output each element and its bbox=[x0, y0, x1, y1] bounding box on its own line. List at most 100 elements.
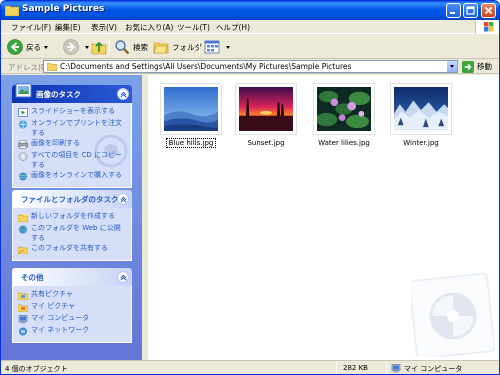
my-computer-icon bbox=[391, 364, 401, 373]
menu-bar: ファイル(F) 編集(E) 表示(V) お気に入り(A) ツール(T) ヘルプ(… bbox=[1, 20, 499, 34]
title-bar[interactable]: Sample Pictures bbox=[1, 1, 499, 20]
place-shared-pictures[interactable]: 共有ピクチャ bbox=[18, 290, 127, 301]
menu-favorites[interactable]: お気に入り(A) bbox=[125, 22, 173, 33]
back-button[interactable]: 戻る bbox=[7, 38, 48, 56]
back-arrow-icon bbox=[7, 39, 23, 55]
views-button[interactable] bbox=[204, 38, 230, 56]
minimize-button[interactable] bbox=[446, 3, 461, 18]
picture-tasks-title: 画像のタスク bbox=[36, 90, 81, 99]
camera-watermark-icon bbox=[94, 134, 128, 168]
my-network-icon bbox=[19, 327, 27, 336]
explorer-window: Sample Pictures ファイル(F) 編集(E) 表示(V) お気に入… bbox=[0, 0, 500, 375]
close-button[interactable] bbox=[481, 3, 496, 18]
folder-up-icon bbox=[91, 41, 107, 55]
file-item[interactable]: Water lilies.jpg bbox=[307, 83, 379, 165]
task-pane: 画像のタスク スライドショーを表示する オンラインでプリントを注文する 画像を印… bbox=[1, 75, 142, 360]
file-item[interactable]: Sunset.jpg bbox=[229, 83, 301, 165]
menu-edit[interactable]: 編集(E) bbox=[55, 22, 81, 33]
place-my-network[interactable]: マイ ネットワーク bbox=[18, 326, 127, 337]
status-location: マイ コンピュータ bbox=[404, 365, 463, 373]
thumbnail bbox=[160, 83, 222, 135]
other-places-body: 共有ピクチャ マイ ピクチャ マイ コンピュータ マイ ネットワーク bbox=[12, 286, 132, 343]
picture-tasks-body: スライドショーを表示する オンラインでプリントを注文する 画像を印刷する すべて… bbox=[12, 103, 132, 188]
task-publish-web[interactable]: このフォルダを Web に公開する bbox=[18, 224, 127, 243]
sunset-thumbnail bbox=[239, 87, 293, 131]
menu-view[interactable]: 表示(V) bbox=[91, 22, 117, 33]
file-name: Winter.jpg bbox=[403, 139, 439, 147]
printer-icon bbox=[18, 140, 28, 149]
toolbar: 戻る 検索 フォルダ bbox=[1, 35, 499, 59]
task-share-folder[interactable]: このフォルダを共有する bbox=[18, 244, 127, 255]
views-dropdown-icon[interactable] bbox=[226, 45, 230, 49]
file-tasks-title: ファイルとフォルダのタスク bbox=[21, 195, 119, 204]
folder-icon bbox=[5, 5, 19, 16]
status-bar: 4 個のオブジェクト 282 KB マイ コンピュータ bbox=[1, 360, 499, 374]
order-prints-icon bbox=[19, 120, 27, 129]
globe-icon bbox=[19, 225, 27, 234]
file-name: Water lilies.jpg bbox=[318, 139, 370, 147]
back-label: 戻る bbox=[26, 42, 41, 52]
status-divider bbox=[386, 362, 387, 374]
other-places-header[interactable]: その他 bbox=[12, 268, 132, 286]
toolbar-separator bbox=[109, 39, 110, 55]
shared-pictures-icon bbox=[18, 292, 28, 300]
picture-tasks-icon bbox=[15, 83, 32, 98]
maximize-icon bbox=[466, 6, 475, 15]
file-name: Blue hills.jpg bbox=[154, 138, 228, 148]
go-button[interactable]: 移動 bbox=[462, 60, 492, 73]
address-path[interactable]: C:\Documents and Settings\All Users\Docu… bbox=[60, 62, 351, 71]
file-tasks-header[interactable]: ファイルとフォルダのタスク bbox=[12, 190, 132, 208]
winter-thumbnail bbox=[394, 87, 448, 131]
shop-online-icon bbox=[19, 172, 27, 181]
collapse-chevron-icon[interactable] bbox=[117, 88, 129, 100]
up-folder-button[interactable] bbox=[91, 38, 110, 56]
task-slideshow[interactable]: スライドショーを表示する bbox=[18, 107, 127, 118]
status-size: 282 KB bbox=[343, 364, 368, 372]
windows-flag-icon bbox=[475, 20, 499, 34]
new-folder-icon bbox=[18, 213, 28, 222]
blue-hills-thumbnail bbox=[164, 87, 218, 131]
status-divider bbox=[336, 362, 337, 374]
task-new-folder[interactable]: 新しいフォルダを作成する bbox=[18, 212, 127, 223]
forward-button[interactable] bbox=[63, 38, 89, 56]
file-item[interactable]: Winter.jpg bbox=[384, 83, 456, 165]
address-dropdown-button[interactable] bbox=[446, 61, 457, 72]
forward-dropdown-icon[interactable] bbox=[85, 45, 89, 49]
place-my-computer[interactable]: マイ コンピュータ bbox=[18, 314, 127, 325]
picture-tasks-header[interactable]: 画像のタスク bbox=[12, 83, 132, 103]
file-item[interactable]: Blue hills.jpg bbox=[154, 83, 226, 165]
thumbnail bbox=[390, 83, 452, 135]
window-title: Sample Pictures bbox=[22, 4, 105, 14]
status-object-count: 4 個のオブジェクト bbox=[5, 365, 68, 373]
cd-icon bbox=[18, 152, 28, 161]
close-icon bbox=[484, 6, 493, 15]
address-bar: アドレス(D) C:\Documents and Settings\All Us… bbox=[1, 59, 499, 74]
file-name: Sunset.jpg bbox=[247, 139, 285, 147]
menu-tools[interactable]: ツール(T) bbox=[177, 22, 210, 33]
folders-button[interactable]: フォルダ bbox=[153, 38, 202, 56]
collapse-chevron-icon[interactable] bbox=[117, 271, 129, 283]
place-my-pictures[interactable]: マイ ピクチャ bbox=[18, 302, 127, 313]
forward-arrow-icon bbox=[63, 39, 79, 55]
thumbnail bbox=[235, 83, 297, 135]
menu-file[interactable]: ファイル(F) bbox=[11, 22, 51, 33]
search-button[interactable]: 検索 bbox=[114, 38, 148, 56]
slideshow-icon bbox=[18, 108, 28, 117]
my-pictures-icon bbox=[18, 304, 28, 312]
my-computer-icon bbox=[18, 315, 28, 324]
chevron-down-icon bbox=[450, 65, 454, 68]
toolbar-separator bbox=[199, 39, 200, 55]
back-dropdown-icon[interactable] bbox=[44, 45, 48, 49]
views-icon bbox=[204, 40, 220, 54]
collapse-chevron-icon[interactable] bbox=[117, 193, 129, 205]
task-buy-online[interactable]: 画像をオンラインで購入する bbox=[18, 171, 127, 182]
maximize-button[interactable] bbox=[463, 3, 478, 18]
search-label: 検索 bbox=[133, 42, 148, 52]
picture-tasks-panel: 画像のタスク スライドショーを表示する オンラインでプリントを注文する 画像を印… bbox=[12, 83, 132, 188]
go-arrow-icon bbox=[462, 60, 474, 73]
menu-help[interactable]: ヘルプ(H) bbox=[216, 22, 250, 33]
other-places-title: その他 bbox=[21, 273, 44, 282]
address-field[interactable]: C:\Documents and Settings\All Users\Docu… bbox=[43, 60, 458, 73]
thumbnail bbox=[313, 83, 375, 135]
file-tasks-panel: ファイルとフォルダのタスク 新しいフォルダを作成する このフォルダを Web に… bbox=[12, 190, 132, 261]
